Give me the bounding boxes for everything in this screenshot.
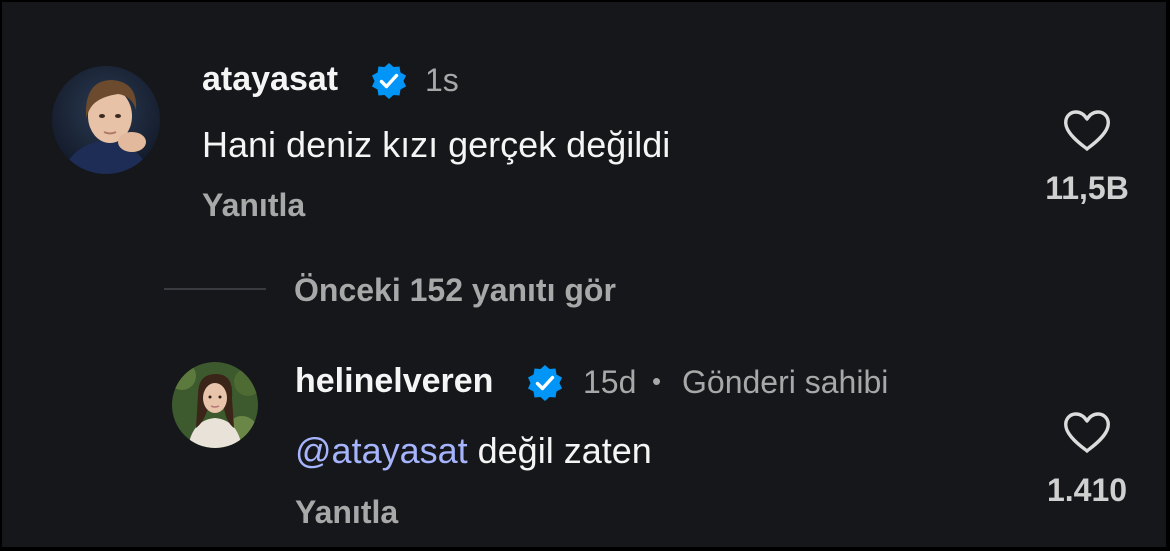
comment-text: Hani deniz kızı gerçek değildi	[202, 124, 671, 165]
reply-text: @atayasat değil zaten	[295, 430, 652, 472]
username-helinelveren[interactable]: helinelveren	[295, 362, 493, 401]
meta-separator: •	[652, 366, 662, 396]
like-button[interactable]	[1062, 108, 1112, 154]
comment-time: 1s	[425, 62, 459, 98]
comments-panel: atayasat 1s Hani deniz kızı gerçek değil…	[2, 2, 1166, 547]
replies-divider	[164, 288, 266, 290]
username-atayasat[interactable]: atayasat	[202, 60, 338, 99]
verified-badge-icon	[525, 363, 565, 403]
heart-outline-icon[interactable]	[1062, 108, 1112, 154]
reply-text-body: değil zaten	[467, 430, 652, 471]
mention-link[interactable]: @atayasat	[295, 430, 468, 471]
view-previous-replies-button[interactable]: Önceki 152 yanıtı gör	[294, 272, 616, 309]
heart-outline-icon[interactable]	[1062, 410, 1112, 456]
like-count: 11,5B	[1045, 170, 1129, 206]
like-button[interactable]	[1062, 410, 1112, 456]
reply-button[interactable]: Yanıtla	[295, 494, 398, 531]
reply-time: 15d	[583, 364, 637, 400]
avatar-helinelveren[interactable]	[172, 362, 258, 448]
reply-button[interactable]: Yanıtla	[202, 187, 305, 224]
author-badge: Gönderi sahibi	[682, 364, 889, 400]
verified-badge-icon	[369, 61, 409, 101]
like-count: 1.410	[1046, 472, 1128, 508]
avatar-atayasat[interactable]	[52, 66, 160, 174]
